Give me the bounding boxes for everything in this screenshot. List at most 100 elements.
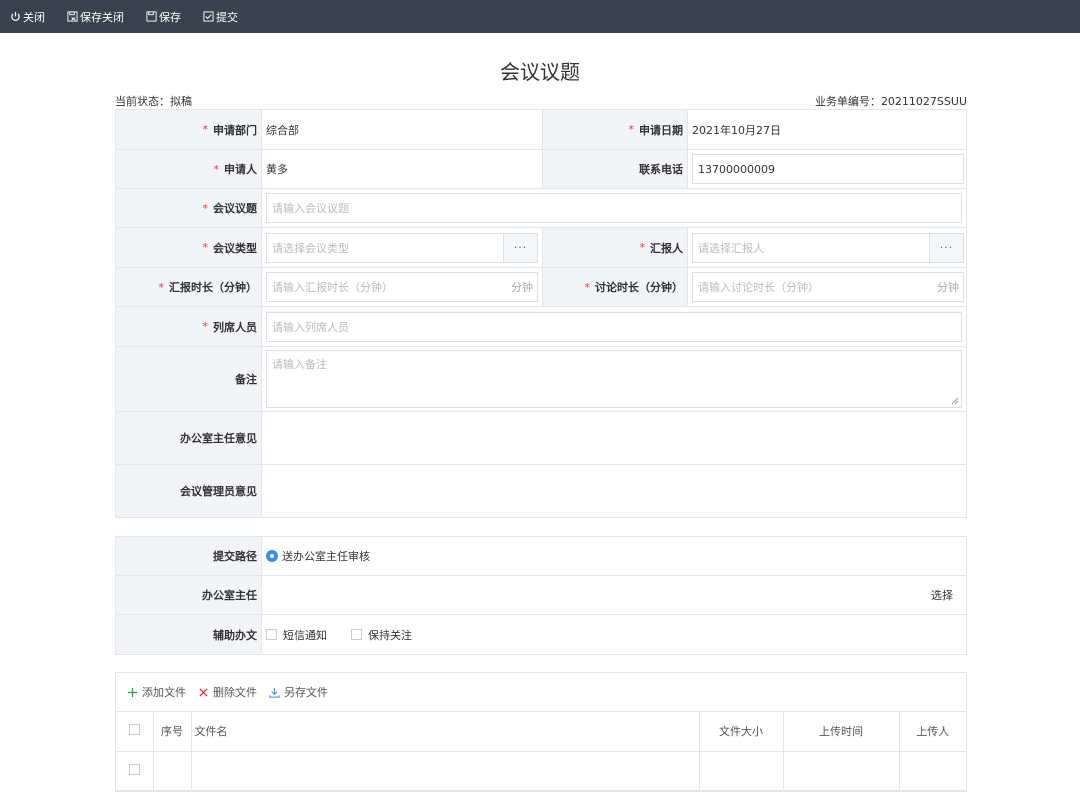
required-mark: * (202, 320, 209, 333)
form-row: * 列席人员 请输入列席人员 (116, 307, 966, 347)
resize-grip-icon[interactable] (951, 397, 959, 405)
add-file-button[interactable]: 添加文件 (127, 684, 186, 700)
form-row: 备注 请输入备注 (116, 347, 966, 412)
save-as-file-button[interactable]: 另存文件 (269, 684, 328, 700)
meeting-type-select[interactable]: 请选择会议类型 ··· (266, 232, 538, 263)
reporter-label: * 汇报人 (542, 228, 687, 267)
more-icon[interactable]: ··· (503, 233, 537, 262)
report-duration-label-text: 汇报时长（分钟） (169, 281, 257, 294)
required-mark: * (158, 280, 165, 294)
delete-file-label: 删除文件 (213, 686, 257, 699)
admin-opinion-label-text: 会议管理员意见 (180, 485, 257, 498)
main-form: * 申请部门 综合部 * 申请日期 2021年10月27日 * 申请人 黄多 联系电话… (115, 109, 967, 518)
col-no: 序号 (153, 712, 192, 752)
files-section: 添加文件 删除文件 另存文件 序号 文件名 文件大小 上传时间 上传人 (115, 672, 967, 792)
assist-label: 辅助办文 (116, 615, 261, 654)
download-icon (269, 687, 280, 698)
remark-placeholder: 请输入备注 (272, 358, 327, 371)
topic-label: * 会议议题 (116, 189, 261, 227)
select-all-checkbox[interactable] (128, 724, 140, 736)
date-label: * 申请日期 (542, 110, 687, 149)
delete-file-button[interactable]: 删除文件 (198, 684, 257, 700)
form-row: 会议管理员意见 (116, 465, 966, 518)
path-option-label: 送办公室主任审核 (282, 550, 370, 563)
submit-button[interactable]: 提交 (203, 9, 238, 25)
required-mark: * (202, 123, 209, 136)
admin-opinion-value (261, 465, 966, 517)
unit-suffix: 分钟 (511, 281, 533, 294)
phone-input[interactable]: 13700000009 (692, 154, 964, 184)
topic-input[interactable]: 请输入会议议题 (266, 193, 962, 223)
form-row: 辅助办文 短信通知 保持关注 (116, 615, 966, 655)
delete-x-icon (199, 687, 208, 697)
follow-checkbox[interactable] (351, 629, 362, 640)
select-all-cell (116, 712, 154, 752)
form-row: * 申请部门 综合部 * 申请日期 2021年10月27日 (116, 110, 966, 150)
follow-label: 保持关注 (368, 628, 412, 642)
close-button[interactable]: 关闭 (10, 9, 45, 25)
applicant-value: 黄多 (261, 150, 542, 188)
col-uploader: 上传人 (899, 712, 966, 752)
remark-label-text: 备注 (235, 373, 257, 386)
add-file-label: 添加文件 (142, 686, 186, 699)
save-button[interactable]: 保存 (146, 9, 181, 25)
table-header-row: 序号 文件名 文件大小 上传时间 上传人 (116, 712, 966, 752)
top-toolbar: 关闭 保存关闭 保存 提交 (0, 0, 1080, 33)
row-cell (191, 751, 700, 791)
sms-label: 短信通知 (283, 628, 327, 642)
phone-label: 联系电话 (542, 150, 687, 188)
path-radio[interactable] (266, 550, 278, 562)
dept-label-text: 申请部门 (213, 123, 257, 137)
row-cell (783, 751, 900, 791)
type-label-text: 会议类型 (213, 241, 257, 255)
discussion-duration-input[interactable]: 请输入讨论时长（分钟） 分钟 (692, 272, 964, 302)
form-row: 提交路径 送办公室主任审核 (116, 537, 966, 576)
form-row: * 会议类型 请选择会议类型 ··· * 汇报人 请选择汇报人 ··· (116, 228, 966, 268)
sms-checkbox[interactable] (266, 629, 277, 640)
save-close-button[interactable]: 保存关闭 (67, 9, 124, 25)
director-opinion-value (261, 412, 966, 464)
form-row: 办公室主任 选择 (116, 576, 966, 615)
save-as-file-label: 另存文件 (284, 686, 328, 699)
phone-label-text: 联系电话 (639, 163, 683, 176)
remark-textarea[interactable]: 请输入备注 (266, 350, 962, 408)
report-duration-input[interactable]: 请输入汇报时长（分钟） 分钟 (266, 272, 538, 302)
applicant-label: * 申请人 (116, 150, 261, 188)
save-close-icon (67, 11, 78, 22)
save-label: 保存 (159, 10, 181, 24)
discussion-duration-label-text: 讨论时长（分钟） (595, 281, 683, 294)
files-table: 序号 文件名 文件大小 上传时间 上传人 (116, 712, 966, 791)
row-cell (153, 751, 192, 791)
plus-icon (127, 687, 138, 697)
choose-director-link[interactable]: 选择 (931, 587, 953, 603)
reporter-label-text: 汇报人 (650, 241, 683, 255)
row-cell (699, 751, 784, 791)
remark-label: 备注 (116, 347, 261, 411)
power-icon (10, 11, 21, 22)
director-opinion-label: 办公室主任意见 (116, 412, 261, 464)
path-label: 提交路径 (116, 537, 261, 575)
attendees-input[interactable]: 请输入列席人员 (266, 311, 962, 342)
more-icon[interactable]: ··· (929, 233, 963, 262)
row-cell (899, 751, 966, 791)
dept-value: 综合部 (261, 110, 542, 149)
submit-label: 提交 (216, 10, 238, 24)
attendees-placeholder: 请输入列席人员 (272, 320, 349, 334)
form-row: * 申请人 黄多 联系电话 13700000009 (116, 150, 966, 189)
close-label: 关闭 (23, 10, 45, 24)
form-row: 办公室主任意见 (116, 412, 966, 465)
phone-input-value: 13700000009 (698, 162, 775, 176)
save-close-label: 保存关闭 (80, 10, 124, 24)
reporter-select[interactable]: 请选择汇报人 ··· (692, 232, 964, 263)
row-checkbox[interactable] (128, 763, 140, 775)
required-mark: * (202, 241, 209, 254)
save-icon (146, 11, 157, 22)
type-label: * 会议类型 (116, 228, 261, 267)
business-no-value: 20211027SSUU (880, 95, 967, 108)
date-value: 2021年10月27日 (687, 110, 968, 149)
business-no-label: 业务单编号： (814, 95, 881, 108)
required-mark: * (202, 201, 209, 215)
current-status: 当前状态：拟稿 (115, 93, 192, 109)
files-toolbar: 添加文件 删除文件 另存文件 (116, 673, 966, 712)
director-label: 办公室主任 (116, 576, 261, 614)
